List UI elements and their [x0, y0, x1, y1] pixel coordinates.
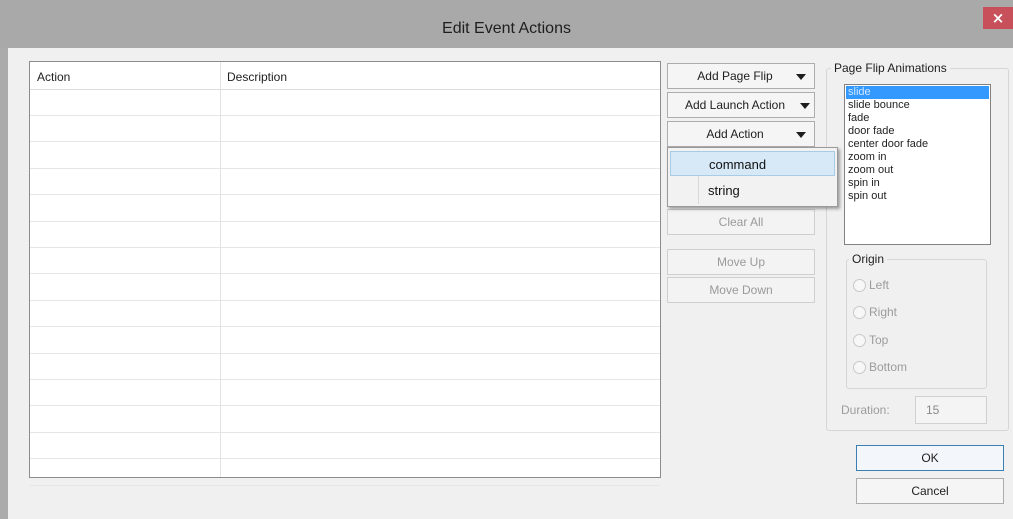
radio-circle-icon: [853, 333, 866, 347]
move-up-label: Move Up: [716, 255, 766, 269]
duration-label: Duration:: [841, 403, 890, 417]
table-row[interactable]: [30, 90, 660, 116]
list-item[interactable]: fade: [846, 112, 989, 125]
add-launch-action-label: Add Launch Action: [684, 98, 786, 112]
title-bar[interactable]: Edit Event Actions ×: [0, 0, 1013, 48]
cancel-button[interactable]: Cancel: [856, 478, 1004, 504]
ok-label: OK: [921, 451, 939, 465]
table-row[interactable]: [30, 248, 660, 275]
table-row[interactable]: [30, 275, 660, 301]
add-action-menu: command string: [667, 147, 838, 207]
add-action-label: Add Action: [706, 127, 764, 141]
list-item[interactable]: slide: [846, 86, 989, 99]
table-row[interactable]: [30, 433, 660, 460]
list-item[interactable]: door fade: [846, 125, 989, 138]
table-row[interactable]: [30, 116, 660, 143]
add-page-flip-label: Add Page Flip: [697, 69, 773, 83]
origin-bottom-radio[interactable]: Bottom: [853, 358, 907, 376]
column-header-description[interactable]: Description: [227, 70, 287, 84]
page-flip-animations-label: Page Flip Animations: [831, 61, 950, 75]
duration-input[interactable]: 15: [915, 396, 987, 424]
table-row[interactable]: [30, 196, 660, 222]
radio-circle-icon: [853, 360, 866, 374]
menu-item-command[interactable]: command: [670, 151, 835, 176]
list-item[interactable]: zoom in: [846, 151, 989, 164]
list-item[interactable]: center door fade: [846, 138, 989, 151]
page-flip-animation-list[interactable]: slide slide bounce fade door fade center doo…: [844, 84, 991, 245]
edit-event-actions-dialog: Edit Event Actions × Action Description …: [0, 0, 1013, 519]
table-row[interactable]: [30, 169, 660, 196]
origin-top-label: Top: [869, 333, 889, 347]
dropdown-arrow-icon: [800, 103, 810, 109]
origin-right-label: Right: [869, 305, 898, 319]
dropdown-arrow-icon: [796, 132, 806, 138]
menu-item-string-label: string: [708, 183, 740, 198]
table-row[interactable]: [30, 460, 660, 486]
add-action-button[interactable]: Add Action: [667, 121, 815, 147]
origin-top-radio[interactable]: Top: [853, 331, 888, 349]
actions-grid[interactable]: Action Description: [29, 61, 661, 486]
clear-all-button[interactable]: Clear All: [667, 209, 815, 235]
list-item[interactable]: zoom out: [846, 164, 989, 177]
move-down-label: Move Down: [709, 283, 773, 297]
close-icon: ×: [991, 9, 1005, 27]
table-row[interactable]: [30, 143, 660, 169]
dropdown-arrow-icon: [796, 74, 806, 80]
window-title: Edit Event Actions: [442, 20, 571, 37]
origin-left-label: Left: [869, 278, 890, 292]
column-header-action[interactable]: Action: [37, 70, 70, 84]
dialog-body: Action Description Add Page Flip Add Lau…: [8, 48, 1013, 519]
menu-item-command-label: command: [709, 157, 767, 172]
list-item[interactable]: spin in: [846, 177, 989, 190]
table-row[interactable]: [30, 354, 660, 380]
origin-bottom-label: Bottom: [869, 360, 908, 374]
list-item[interactable]: slide bounce: [846, 99, 989, 112]
cancel-label: Cancel: [911, 484, 949, 498]
table-row[interactable]: [30, 301, 660, 328]
origin-label: Origin: [849, 252, 888, 266]
add-page-flip-button[interactable]: Add Page Flip: [667, 63, 815, 89]
origin-right-radio[interactable]: Right: [853, 303, 897, 321]
clear-all-label: Clear All: [718, 215, 764, 229]
menu-item-string[interactable]: string: [670, 178, 835, 203]
grid-header: Action Description: [30, 62, 660, 90]
ok-button[interactable]: OK: [856, 445, 1004, 471]
radio-circle-icon: [853, 305, 866, 319]
table-row[interactable]: [30, 407, 660, 433]
table-row[interactable]: [30, 328, 660, 354]
move-down-button[interactable]: Move Down: [667, 277, 815, 303]
add-launch-action-button[interactable]: Add Launch Action: [667, 92, 815, 118]
list-item[interactable]: spin out: [846, 190, 989, 203]
origin-left-radio[interactable]: Left: [853, 276, 889, 294]
close-button[interactable]: ×: [983, 7, 1013, 29]
table-row[interactable]: [30, 222, 660, 248]
radio-circle-icon: [853, 278, 866, 292]
move-up-button[interactable]: Move Up: [667, 249, 815, 275]
table-row[interactable]: [30, 380, 660, 407]
